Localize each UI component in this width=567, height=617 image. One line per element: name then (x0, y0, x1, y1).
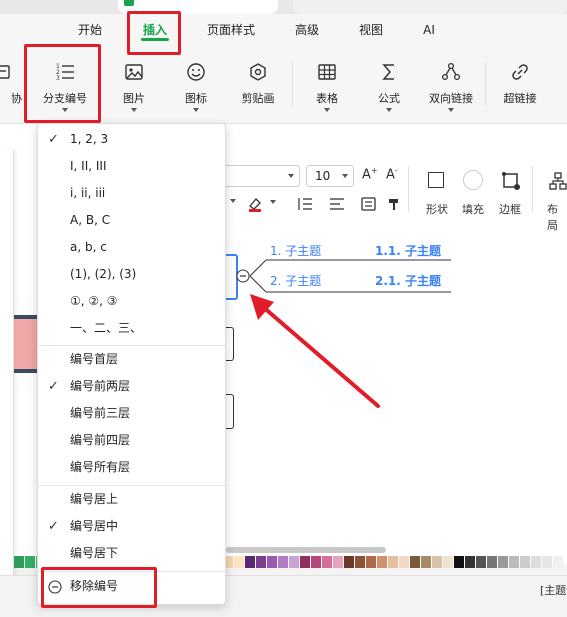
menu-item-style-chinese[interactable]: 一、二、三、 (38, 315, 225, 342)
menu-item-style-roman-upper[interactable]: I, II, III (38, 153, 225, 180)
font-size-select[interactable]: 10 (306, 165, 354, 187)
menu-item-style-arabic[interactable]: ✓ 1, 2, 3 (38, 126, 225, 153)
numbering-dropdown-menu: ✓ 1, 2, 3 I, II, III i, ii, iii A, B, C a… (37, 123, 226, 605)
highlight-insert-tab (127, 11, 181, 55)
menu-item-align-top[interactable]: 编号居上 (38, 486, 225, 513)
border-label: 边框 (499, 203, 521, 216)
layout-icon[interactable] (549, 171, 567, 191)
shape-label: 形状 (426, 203, 448, 216)
box-icon (0, 65, 10, 79)
shape-icon[interactable] (428, 172, 444, 188)
chevron-down-icon (448, 108, 454, 112)
checkmark-icon: ✓ (48, 519, 59, 534)
tab-advanced[interactable]: 高级 (287, 20, 327, 40)
font-size-value: 10 (315, 169, 331, 183)
checkmark-icon: ✓ (48, 379, 59, 394)
tab-ai[interactable]: AI (412, 20, 446, 40)
menu-item-style-alpha-upper[interactable]: A, B, C (38, 207, 225, 234)
line-spacing-icon[interactable] (296, 196, 318, 212)
chevron-down-icon (131, 108, 137, 112)
subtopic-1-numbered[interactable]: 1.1. 子主题 (375, 242, 441, 259)
clipart-button[interactable]: 剪贴画 (226, 48, 290, 118)
icon-label: 图标 (185, 92, 207, 105)
status-topic-label: [主题 (540, 584, 567, 597)
menu-item-level-first[interactable]: 编号首层 (38, 346, 225, 373)
highlight-numbering-button (24, 44, 101, 123)
hyperlink-label: 超链接 (503, 92, 537, 105)
highlight-color-icon[interactable] (246, 196, 266, 212)
chevron-down-icon (324, 108, 330, 112)
menu-item-style-parenthesized[interactable]: (1), (2), (3) (38, 261, 225, 288)
icon-button[interactable]: 图标 (164, 48, 228, 118)
text-style-icon[interactable] (360, 196, 378, 212)
format-toolbar: 10 A+ A- 形状 填充 边框 布局 (226, 160, 567, 232)
align-left-icon[interactable] (328, 196, 350, 212)
tab-view[interactable]: 视图 (351, 20, 391, 40)
document-tab-extra[interactable] (293, 0, 567, 14)
increase-font-icon[interactable]: A+ (362, 166, 378, 182)
title-bar (0, 0, 567, 14)
toolbar-divider (292, 62, 293, 106)
formula-button[interactable]: 公式 (357, 48, 421, 118)
smiley-icon (187, 63, 205, 81)
menu-item-level-four[interactable]: 编号前四层 (38, 427, 225, 454)
subtopic-2[interactable]: 2. 子主题 (270, 272, 321, 289)
formula-label: 公式 (378, 92, 400, 105)
horizontal-scrollbar[interactable] (226, 547, 386, 553)
tab-page-style[interactable]: 页面样式 (200, 20, 262, 40)
subtopic-1[interactable]: 1. 子主题 (270, 242, 321, 259)
border-icon[interactable] (501, 171, 521, 191)
ribbon-tabs: 开始 插入 页面样式 高级 视图 AI (0, 14, 567, 48)
menu-item-style-alpha-lower[interactable]: a, b, c (38, 234, 225, 261)
collapse-icon[interactable] (235, 268, 251, 284)
clipart-icon (250, 63, 266, 81)
hyperlink-button[interactable]: 超链接 (488, 48, 552, 118)
menu-item-align-middle[interactable]: ✓ 编号居中 (38, 513, 225, 540)
menu-item-style-circled[interactable]: ①, ②, ③ (38, 288, 225, 315)
table-label: 表格 (316, 92, 338, 105)
app-logo-icon (124, 0, 134, 6)
chain-link-icon (512, 64, 528, 80)
format-divider (532, 166, 533, 212)
menu-item-style-roman-lower[interactable]: i, ii, iii (38, 180, 225, 207)
picture-button[interactable]: 图片 (102, 48, 166, 118)
toolbar-divider (485, 62, 486, 106)
table-icon (318, 64, 336, 80)
annotation-arrow (250, 294, 380, 408)
chevron-down-icon (342, 174, 348, 178)
fill-color-icon[interactable] (463, 170, 483, 190)
menu-item-level-all[interactable]: 编号所有层 (38, 454, 225, 481)
menu-item-align-bottom[interactable]: 编号居下 (38, 540, 225, 567)
sigma-icon (382, 64, 394, 80)
decrease-font-icon[interactable]: A- (386, 166, 398, 182)
font-family-select[interactable] (226, 165, 300, 187)
canvas-shape-fragment (14, 315, 38, 373)
picture-label: 图片 (123, 92, 145, 105)
chevron-down-icon (288, 174, 294, 178)
table-button[interactable]: 表格 (295, 48, 359, 118)
left-panel (0, 150, 14, 578)
checkmark-icon: ✓ (48, 132, 59, 147)
tab-start[interactable]: 开始 (70, 20, 110, 40)
chevron-down-icon (270, 200, 276, 204)
chevron-down-icon (386, 108, 392, 112)
highlight-remove-numbering (41, 567, 157, 608)
link-graph-icon (441, 62, 461, 81)
menu-item-level-two[interactable]: ✓ 编号前两层 (38, 373, 225, 400)
menu-item-level-three[interactable]: 编号前三层 (38, 400, 225, 427)
fill-label: 填充 (462, 203, 484, 216)
image-icon (125, 64, 143, 80)
layout-label: 布局 (547, 203, 558, 232)
chevron-down-icon[interactable] (228, 198, 238, 204)
bidirectional-link-button[interactable]: 双向链接 (419, 48, 483, 118)
clipart-label: 剪贴画 (241, 92, 275, 105)
chevron-down-icon (193, 108, 199, 112)
bidirectional-link-label: 双向链接 (429, 92, 473, 105)
subtopic-2-numbered[interactable]: 2.1. 子主题 (375, 272, 441, 289)
format-painter-icon[interactable] (386, 196, 402, 212)
format-divider (408, 166, 409, 212)
